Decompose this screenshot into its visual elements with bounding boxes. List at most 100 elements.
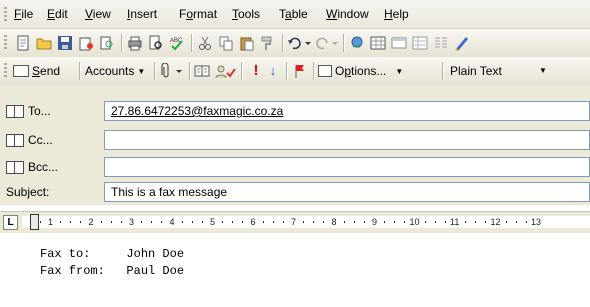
toolbar-grip[interactable] [4, 63, 7, 79]
copy-icon[interactable] [217, 34, 235, 52]
save-icon[interactable] [56, 34, 74, 52]
insert-table-icon[interactable] [390, 34, 408, 52]
drawing-icon[interactable] [453, 34, 471, 52]
email-toolbar: Send Accounts ▼ ! ↓ Op tions... ▼ Plain … [0, 57, 590, 86]
ruler-number: 4 [169, 217, 175, 227]
options-button[interactable]: Op tions... ▼ [318, 62, 403, 80]
chevron-down-icon: ▼ [137, 67, 146, 76]
cut-icon[interactable] [196, 34, 214, 52]
tables-borders-icon[interactable] [369, 34, 387, 52]
send-button[interactable]: Send [13, 62, 60, 80]
ruler-tick [444, 221, 446, 223]
recipient-address[interactable]: 27.86.6472253@faxmagic.co.za [111, 104, 283, 118]
ruler-tick [485, 221, 487, 223]
format-painter-icon[interactable] [259, 34, 277, 52]
ruler-tick [60, 221, 62, 223]
message-format-dropdown[interactable]: Plain Text ▼ [450, 64, 550, 78]
toolbar-separator [191, 34, 193, 52]
ruler-number: 6 [250, 217, 256, 227]
ruler-tick [404, 221, 406, 223]
ruler-tick [70, 221, 72, 223]
ruler-tick [303, 221, 305, 223]
ruler-tick [475, 221, 477, 223]
ruler-number: 3 [129, 217, 135, 227]
importance-high-icon[interactable]: ! [247, 62, 265, 80]
ruler-tick [161, 221, 163, 223]
cc-button[interactable]: Cc... [6, 130, 94, 150]
menu-table[interactable]: Table [279, 7, 308, 21]
ruler: L 1 2 3 4 5 6 7 8 9 10 11 12 13 [0, 211, 590, 234]
ruler-tick [465, 221, 467, 223]
tab-selector-button[interactable]: L [3, 215, 18, 230]
new-document-icon[interactable] [14, 34, 32, 52]
menu-format[interactable]: Format [179, 7, 217, 21]
menu-help[interactable]: Help [384, 7, 409, 21]
toolbar-separator [79, 62, 81, 80]
follow-up-flag-icon[interactable] [291, 62, 309, 80]
chevron-down-icon: ▼ [539, 66, 547, 75]
toolbar-grip[interactable] [4, 35, 7, 51]
ruler-tick [120, 221, 122, 223]
ruler-tick [222, 221, 224, 223]
menu-file[interactable]: File [14, 7, 33, 21]
subject-field[interactable]: This is a fax message [104, 182, 590, 202]
paste-icon[interactable] [238, 34, 256, 52]
undo-icon[interactable] [287, 34, 313, 52]
check-names-icon[interactable] [214, 62, 238, 80]
to-field[interactable]: 27.86.6472253@faxmagic.co.za [104, 101, 590, 121]
chevron-down-icon: ▼ [395, 66, 404, 76]
cc-field[interactable] [104, 130, 590, 150]
print-icon[interactable] [126, 34, 144, 52]
attach-icon[interactable] [158, 62, 186, 80]
insert-excel-icon[interactable] [411, 34, 429, 52]
permission-icon[interactable] [77, 34, 95, 52]
ruler-tick [323, 221, 325, 223]
ruler-number: 1 [48, 217, 54, 227]
menu-window[interactable]: Window [326, 7, 369, 21]
spelling-icon[interactable]: ABC [168, 34, 186, 52]
ruler-tick [313, 221, 315, 223]
ruler-tick [343, 221, 345, 223]
ruler-number: 13 [531, 217, 542, 227]
bcc-field[interactable] [104, 157, 590, 177]
toolbar-separator [189, 62, 191, 80]
columns-icon[interactable] [432, 34, 450, 52]
body-line-fax-to: Fax to: John Doe [40, 247, 185, 261]
menu-bar: File Edit View Insert Format Tools Table… [0, 0, 590, 29]
ruler-number: 8 [331, 217, 337, 227]
menu-insert[interactable]: Insert [127, 7, 157, 21]
ruler-tick [181, 221, 183, 223]
ruler-tick [39, 221, 41, 223]
toolbar-separator [154, 62, 156, 80]
address-book-icon[interactable] [193, 62, 211, 80]
importance-low-icon[interactable]: ↓ [264, 62, 282, 80]
ruler-tick [394, 221, 396, 223]
toolbar-separator [282, 34, 284, 52]
indent-marker[interactable] [30, 214, 39, 230]
menubar-grip[interactable] [4, 7, 7, 21]
print-preview-icon[interactable] [147, 34, 165, 52]
menu-view[interactable]: View [85, 7, 111, 21]
outlook-compose-window: File Edit View Insert Format Tools Table… [0, 0, 590, 307]
ruler-tick [282, 221, 284, 223]
menu-tools[interactable]: Tools [232, 7, 260, 21]
search-icon[interactable] [98, 34, 116, 52]
ruler-tick [262, 221, 264, 223]
message-body[interactable]: Fax to: John Doe Fax from: Paul Doe [0, 233, 590, 307]
menu-edit[interactable]: Edit [47, 7, 68, 21]
ruler-tick [353, 221, 355, 223]
to-button[interactable]: To... [6, 101, 94, 121]
open-folder-icon[interactable] [35, 34, 53, 52]
bcc-button[interactable]: Bcc... [6, 157, 94, 177]
redo-icon[interactable] [314, 34, 340, 52]
toolbar-separator [241, 62, 243, 80]
ruler-tick [434, 221, 436, 223]
ruler-number: 2 [88, 217, 94, 227]
body-line-fax-from: Fax from: Paul Doe [40, 264, 185, 278]
hyperlink-icon[interactable] [348, 34, 366, 52]
send-icon [13, 65, 29, 77]
message-header-fields: To... 27.86.6472253@faxmagic.co.za Cc...… [0, 85, 590, 205]
standard-toolbar: ABC [0, 29, 590, 58]
accounts-dropdown[interactable]: Accounts ▼ [85, 64, 145, 78]
ruler-tick [100, 221, 102, 223]
